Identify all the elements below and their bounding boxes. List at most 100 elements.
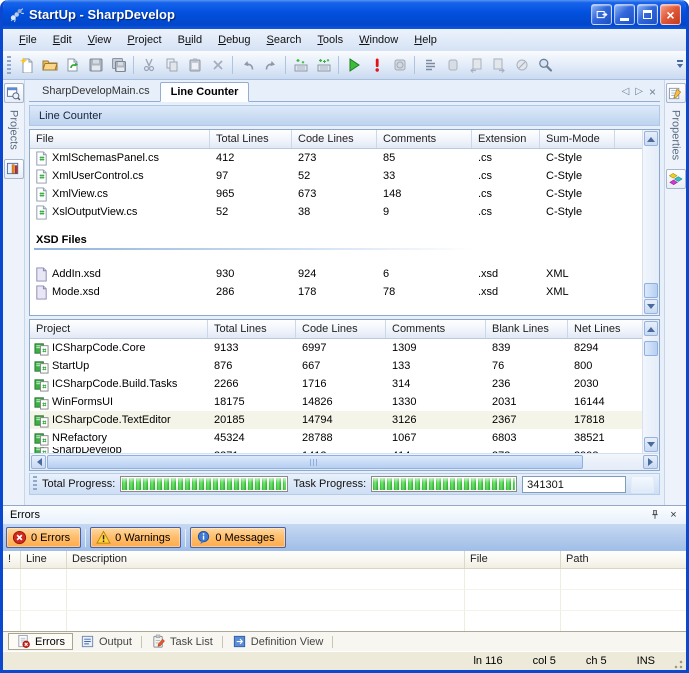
column-header-line[interactable]: Line bbox=[21, 551, 67, 568]
menu-item[interactable]: View bbox=[80, 31, 120, 49]
sidebar-tab-properties[interactable] bbox=[666, 83, 686, 103]
sidebar-tab-tools[interactable] bbox=[4, 159, 24, 179]
auto-hide-pin-button[interactable] bbox=[647, 508, 662, 522]
column-header-comments[interactable]: Comments bbox=[386, 320, 486, 338]
next-tab-button[interactable]: ▷ bbox=[635, 87, 643, 97]
file-row[interactable]: XmlSchemasPanel.cs 412 273 85 .cs C-Styl… bbox=[30, 149, 642, 167]
file-row[interactable]: XslOutputView.cs 52 38 9 .cs C-Style bbox=[30, 203, 642, 221]
project-row[interactable]: NRefactory 45324 28788 1067 6803 38521 bbox=[30, 429, 642, 447]
pad-tab-output[interactable]: Output bbox=[73, 633, 139, 650]
scroll-down-button[interactable] bbox=[644, 437, 658, 452]
build-button[interactable] bbox=[289, 54, 312, 76]
open-folder-button[interactable] bbox=[38, 54, 61, 76]
warnings-filter-button[interactable]: 0 Warnings bbox=[90, 527, 181, 548]
column-header-severity[interactable]: ! bbox=[3, 551, 21, 568]
column-header-code-lines[interactable]: Code Lines bbox=[292, 130, 377, 148]
projects-table-scrollbar[interactable] bbox=[642, 320, 659, 453]
close-panel-button[interactable]: × bbox=[666, 508, 681, 522]
column-header-total-lines[interactable]: Total Lines bbox=[208, 320, 296, 338]
scroll-up-button[interactable] bbox=[644, 131, 658, 146]
progress-toolbar-grip[interactable] bbox=[33, 476, 37, 492]
pad-tab-definition-view[interactable]: Definition View bbox=[225, 633, 331, 650]
hscrollbar-thumb[interactable] bbox=[47, 455, 583, 469]
fullscreen-button[interactable] bbox=[591, 4, 612, 25]
column-header-file[interactable]: File bbox=[465, 551, 561, 568]
total-lines-cell: 18175 bbox=[208, 393, 296, 411]
messages-filter-button[interactable]: 0 Messages bbox=[190, 527, 285, 548]
file-name-cell: XmlUserControl.cs bbox=[30, 167, 210, 185]
column-header-path[interactable]: Path bbox=[561, 551, 686, 568]
menu-item[interactable]: Project bbox=[119, 31, 169, 49]
scrollbar-track[interactable] bbox=[644, 336, 658, 437]
column-header-project[interactable]: Project bbox=[30, 320, 208, 338]
minimize-button[interactable] bbox=[614, 4, 635, 25]
project-row[interactable]: WinFormsUI 18175 14826 1330 2031 16144 bbox=[30, 393, 642, 411]
pad-tab-errors[interactable]: Errors bbox=[8, 633, 73, 650]
scrollbar-thumb[interactable] bbox=[644, 341, 658, 356]
toolbar-grip[interactable] bbox=[7, 56, 11, 74]
sum-mode-cell: C-Style bbox=[540, 167, 615, 185]
column-header-extension[interactable]: Extension bbox=[472, 130, 540, 148]
column-header-net-lines[interactable]: Net Lines bbox=[568, 320, 642, 338]
comment-lines-button[interactable] bbox=[418, 54, 441, 76]
rebuild-button[interactable] bbox=[312, 54, 335, 76]
search-button[interactable] bbox=[533, 54, 556, 76]
sum-mode-cell: C-Style bbox=[540, 203, 615, 221]
files-table-scrollbar[interactable] bbox=[642, 130, 659, 315]
menu-item[interactable]: File bbox=[11, 31, 45, 49]
scroll-left-button[interactable] bbox=[31, 455, 46, 469]
column-header-file[interactable]: File bbox=[30, 130, 210, 148]
menu-item[interactable]: Window bbox=[351, 31, 406, 49]
project-row[interactable]: ICSharpCode.Core 9133 6997 1309 839 8294 bbox=[30, 339, 642, 357]
file-row[interactable]: XmlView.cs 965 673 148 .cs C-Style bbox=[30, 185, 642, 203]
xsd-file-row[interactable]: AddIn.xsd 930 924 6 .xsd XML bbox=[30, 265, 642, 283]
error-icon bbox=[12, 530, 27, 545]
projects-table-hscrollbar[interactable] bbox=[30, 453, 659, 470]
close-button[interactable]: × bbox=[660, 4, 681, 25]
column-header-code-lines[interactable]: Code Lines bbox=[296, 320, 386, 338]
project-row[interactable]: StartUp 876 667 133 76 800 bbox=[30, 357, 642, 375]
column-header-description[interactable]: Description bbox=[67, 551, 465, 568]
menu-item[interactable]: Debug bbox=[210, 31, 258, 49]
menu-item[interactable]: Tools bbox=[309, 31, 351, 49]
scrollbar-thumb[interactable] bbox=[644, 283, 658, 298]
properties-strip-label[interactable]: Properties bbox=[670, 110, 682, 160]
scroll-down-button[interactable] bbox=[644, 299, 658, 314]
info-icon bbox=[196, 530, 211, 545]
reload-file-button[interactable] bbox=[61, 54, 84, 76]
resize-grip[interactable] bbox=[671, 657, 683, 670]
menu-item[interactable]: Search bbox=[259, 31, 310, 49]
column-header-sum-mode[interactable]: Sum-Mode bbox=[540, 130, 615, 148]
project-row[interactable]: ICSharpCode.Build.Tasks 2266 1716 314 23… bbox=[30, 375, 642, 393]
tab-sharpdevelopmain-cs[interactable]: SharpDevelopMain.cs bbox=[32, 81, 160, 101]
xsd-files-group: XSD Files bbox=[30, 234, 642, 256]
scroll-right-button[interactable] bbox=[643, 455, 658, 469]
title-bar[interactable]: StartUp - SharpDevelop × bbox=[3, 0, 686, 29]
toolbar-overflow-button[interactable] bbox=[675, 53, 684, 77]
menu-item[interactable]: Build bbox=[170, 31, 210, 49]
menu-item[interactable]: Help bbox=[406, 31, 445, 49]
menu-item[interactable]: Edit bbox=[45, 31, 80, 49]
column-header-comments[interactable]: Comments bbox=[377, 130, 472, 148]
project-row[interactable]: ICSharpCode.TextEditor 20185 14794 3126 … bbox=[30, 411, 642, 429]
projects-strip-label[interactable]: Projects bbox=[8, 110, 20, 150]
new-file-button[interactable] bbox=[15, 54, 38, 76]
run-button[interactable] bbox=[342, 54, 365, 76]
hscrollbar-track[interactable] bbox=[47, 455, 642, 469]
maximize-button[interactable] bbox=[637, 4, 658, 25]
prev-tab-button[interactable]: ◁ bbox=[622, 87, 630, 97]
file-row[interactable]: XmlUserControl.cs 97 52 33 .cs C-Style bbox=[30, 167, 642, 185]
column-header-blank-lines[interactable]: Blank Lines bbox=[486, 320, 568, 338]
xsd-file-row[interactable]: Mode.xsd 286 178 78 .xsd XML bbox=[30, 283, 642, 301]
close-tab-button[interactable]: × bbox=[649, 86, 656, 98]
abort-button[interactable] bbox=[365, 54, 388, 76]
column-header-total-lines[interactable]: Total Lines bbox=[210, 130, 292, 148]
sidebar-tab-projects[interactable] bbox=[4, 83, 24, 103]
errors-filter-button[interactable]: 0 Errors bbox=[6, 527, 81, 548]
sidebar-tab-classes[interactable] bbox=[666, 169, 686, 189]
scrollbar-track[interactable] bbox=[644, 146, 658, 299]
pad-tab-task-list[interactable]: Task List bbox=[144, 633, 220, 650]
scroll-up-button[interactable] bbox=[644, 321, 658, 336]
tab-line-counter[interactable]: Line Counter bbox=[160, 82, 250, 102]
group-header-label: XSD Files bbox=[30, 234, 642, 246]
